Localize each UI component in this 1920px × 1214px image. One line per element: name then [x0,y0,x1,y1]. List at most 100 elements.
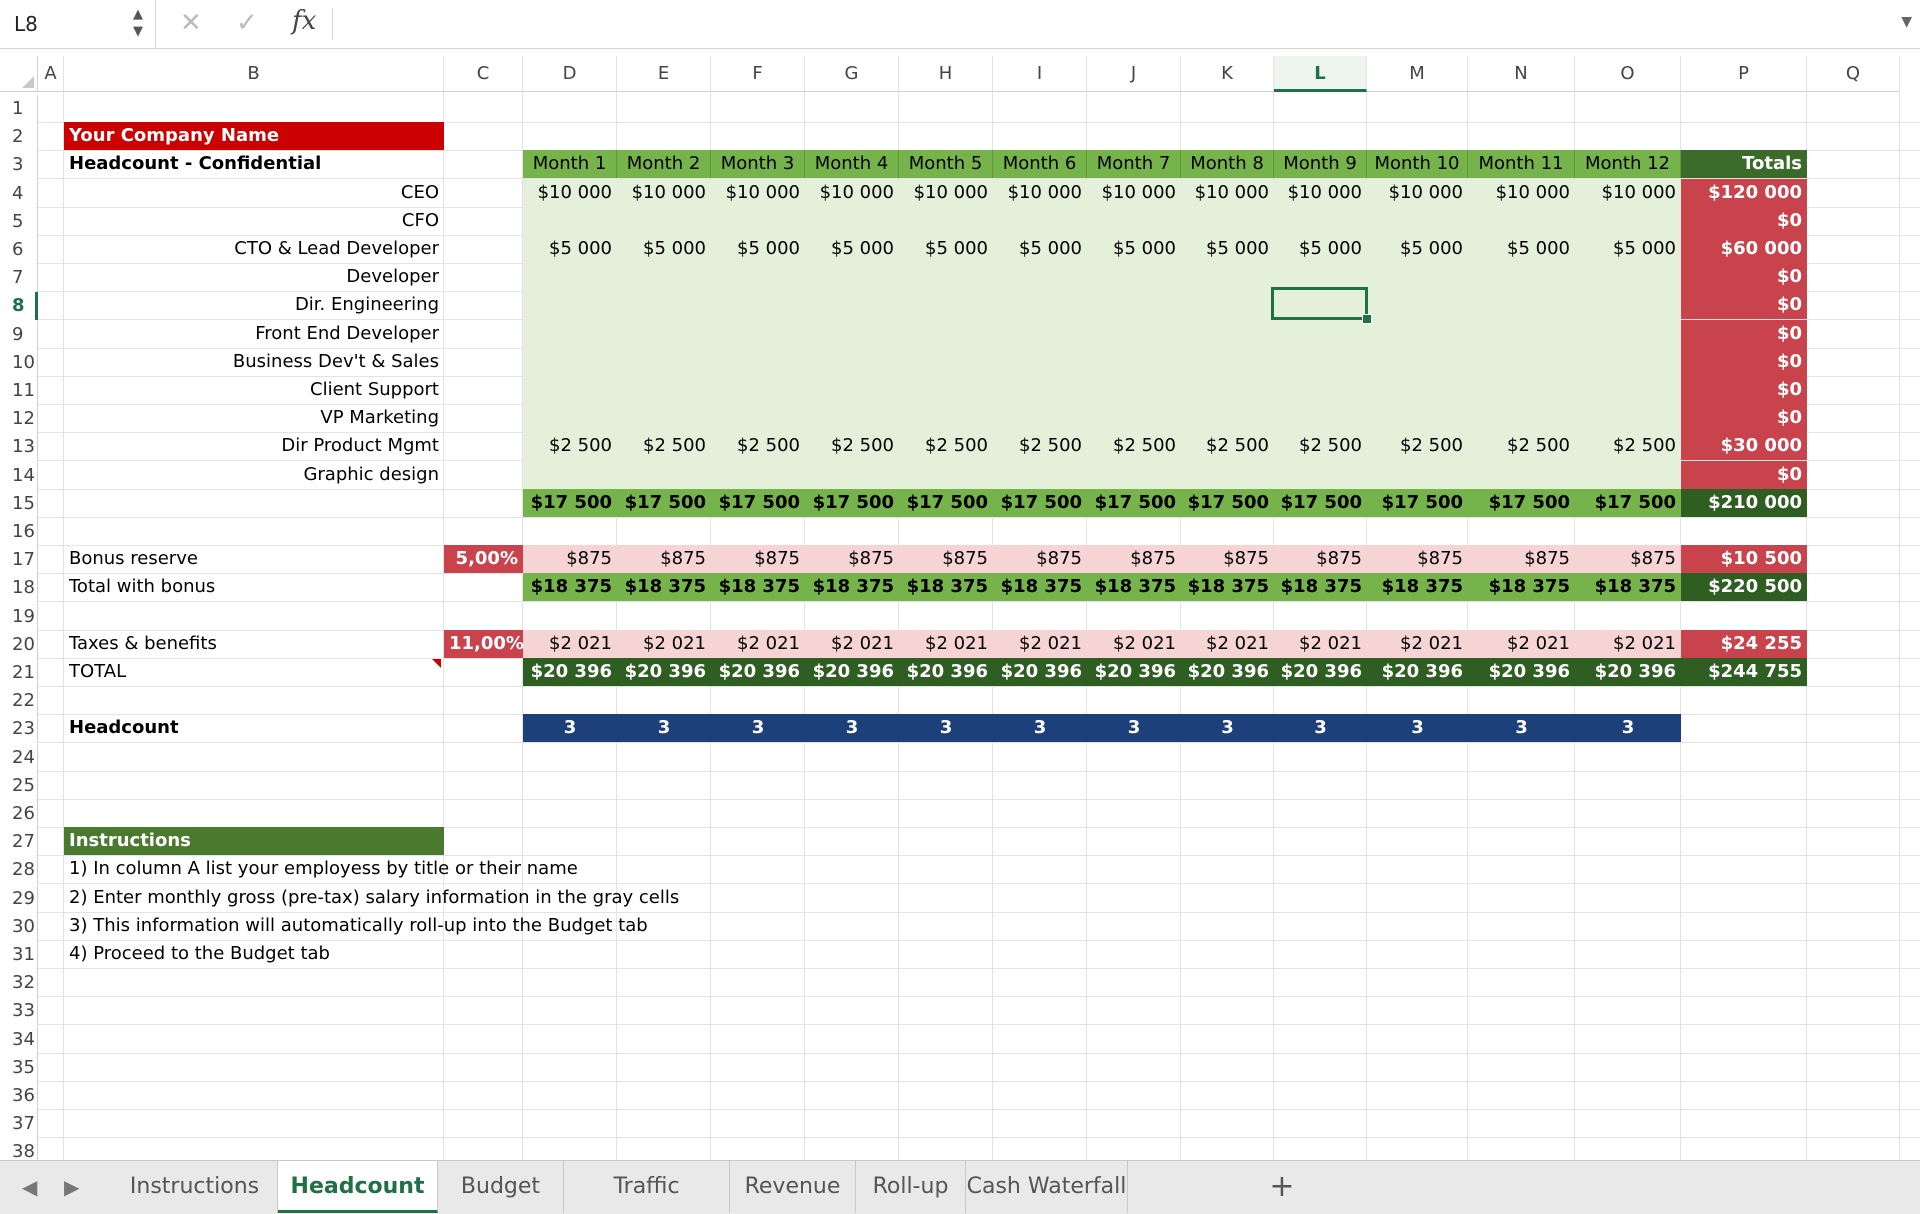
subtotal-cell[interactable]: $17 500 [1367,489,1468,517]
row-header-32[interactable]: 32 [0,969,38,998]
row-header-10[interactable]: 10 [0,349,38,378]
salary-cell[interactable] [617,263,711,291]
taxes-total-cell[interactable]: $24 255 [1681,630,1807,658]
salary-cell[interactable] [1468,461,1575,489]
bonus-cell[interactable]: $875 [805,545,899,573]
salary-cell[interactable] [993,291,1087,319]
instruction-line-cell[interactable]: 3) This information will automatically r… [64,912,993,940]
salary-cell[interactable] [899,348,993,376]
row-header-8[interactable]: 8 [0,292,38,321]
company-name-cell[interactable]: Your Company Name [64,122,444,150]
row-header-35[interactable]: 35 [0,1054,38,1083]
headcount-cell[interactable]: 3 [1367,714,1468,742]
taxes-cell[interactable]: $2 021 [1367,630,1468,658]
total-with-bonus-cell[interactable]: $18 375 [1468,573,1575,601]
subtotal-cell[interactable]: $17 500 [1575,489,1681,517]
taxes-cell[interactable]: $2 021 [711,630,805,658]
row-header-30[interactable]: 30 [0,913,38,942]
salary-cell[interactable]: $10 000 [1575,179,1681,207]
salary-cell[interactable] [617,404,711,432]
salary-cell[interactable]: $10 000 [993,179,1087,207]
salary-cell[interactable] [899,207,993,235]
row-header-7[interactable]: 7 [0,264,38,293]
row-header-11[interactable]: 11 [0,377,38,406]
row-header-12[interactable]: 12 [0,405,38,434]
salary-cell[interactable]: $5 000 [1468,235,1575,263]
role-total-cell[interactable]: $0 [1681,348,1807,376]
check-icon[interactable]: ✓ [236,8,258,38]
row-header-5[interactable]: 5 [0,208,38,237]
subtotal-cell[interactable]: $17 500 [617,489,711,517]
salary-cell[interactable]: $5 000 [993,235,1087,263]
total-with-bonus-cell[interactable]: $18 375 [1274,573,1367,601]
total-with-bonus-cell[interactable]: $18 375 [523,573,617,601]
total-with-bonus-cell[interactable]: $18 375 [1367,573,1468,601]
totals-header-cell[interactable]: Totals [1681,150,1807,178]
salary-cell[interactable] [1274,461,1367,489]
row-header-9[interactable]: 9 [0,321,38,350]
salary-cell[interactable] [805,291,899,319]
role-title-cell[interactable]: Dir. Engineering [64,291,444,319]
salary-cell[interactable] [1367,376,1468,404]
row-header-22[interactable]: 22 [0,687,38,716]
subtotal-cell[interactable]: $17 500 [899,489,993,517]
row-header-34[interactable]: 34 [0,1026,38,1055]
salary-cell[interactable] [1181,376,1274,404]
salary-cell[interactable] [711,207,805,235]
grand-total-cell[interactable]: $20 396 [805,658,899,686]
subtotal-cell[interactable]: $17 500 [805,489,899,517]
subtotal-cell[interactable]: $17 500 [523,489,617,517]
row-header-25[interactable]: 25 [0,772,38,801]
role-title-cell[interactable]: Graphic design [64,461,444,489]
salary-cell[interactable]: $2 500 [805,432,899,460]
salary-cell[interactable]: $2 500 [1468,432,1575,460]
headcount-cell[interactable]: 3 [993,714,1087,742]
formula-input[interactable] [340,8,1880,40]
triangle-left-icon[interactable]: ◀ [22,1175,37,1199]
column-header-f[interactable]: F [711,56,805,92]
salary-cell[interactable] [1468,348,1575,376]
selected-cell-outline[interactable] [1271,287,1368,320]
row-header-33[interactable]: 33 [0,997,38,1026]
column-header-q[interactable]: Q [1807,56,1900,92]
salary-cell[interactable] [1468,207,1575,235]
bonus-cell[interactable]: $875 [1367,545,1468,573]
salary-cell[interactable] [617,207,711,235]
row-header-36[interactable]: 36 [0,1082,38,1111]
month-header-cell[interactable]: Month 2 [617,150,711,178]
column-header-j[interactable]: J [1087,56,1181,92]
salary-cell[interactable] [1575,461,1681,489]
row-header-20[interactable]: 20 [0,631,38,660]
salary-cell[interactable] [617,461,711,489]
salary-cell[interactable] [1575,376,1681,404]
salary-cell[interactable]: $10 000 [523,179,617,207]
salary-cell[interactable] [617,376,711,404]
close-icon[interactable]: ✕ [180,8,202,38]
salary-cell[interactable]: $5 000 [1575,235,1681,263]
salary-cell[interactable] [1468,404,1575,432]
headcount-cell[interactable]: 3 [1468,714,1575,742]
row-header-3[interactable]: 3 [0,151,38,180]
subtotal-cell[interactable]: $17 500 [711,489,805,517]
salary-cell[interactable]: $2 500 [1274,432,1367,460]
salary-cell[interactable] [523,348,617,376]
salary-cell[interactable] [1087,320,1181,348]
headcount-cell[interactable]: 3 [617,714,711,742]
grand-total-cell[interactable]: $20 396 [899,658,993,686]
role-total-cell[interactable]: $30 000 [1681,432,1807,460]
salary-cell[interactable] [711,404,805,432]
salary-cell[interactable] [711,291,805,319]
taxes-cell[interactable]: $2 021 [617,630,711,658]
headcount-cell[interactable]: 3 [805,714,899,742]
grand-total-label-cell[interactable]: TOTAL [64,658,444,686]
salary-cell[interactable]: $2 500 [1367,432,1468,460]
salary-cell[interactable]: $2 500 [711,432,805,460]
grand-total-cell[interactable]: $20 396 [993,658,1087,686]
total-with-bonus-cell[interactable]: $18 375 [1575,573,1681,601]
grand-total-cell[interactable]: $20 396 [1087,658,1181,686]
salary-cell[interactable]: $5 000 [1181,235,1274,263]
instruction-line-cell[interactable]: 4) Proceed to the Budget tab [64,940,993,968]
bonus-rate-cell[interactable]: 5,00% [444,545,523,573]
total-with-bonus-total-cell[interactable]: $220 500 [1681,573,1807,601]
salary-cell[interactable] [805,461,899,489]
